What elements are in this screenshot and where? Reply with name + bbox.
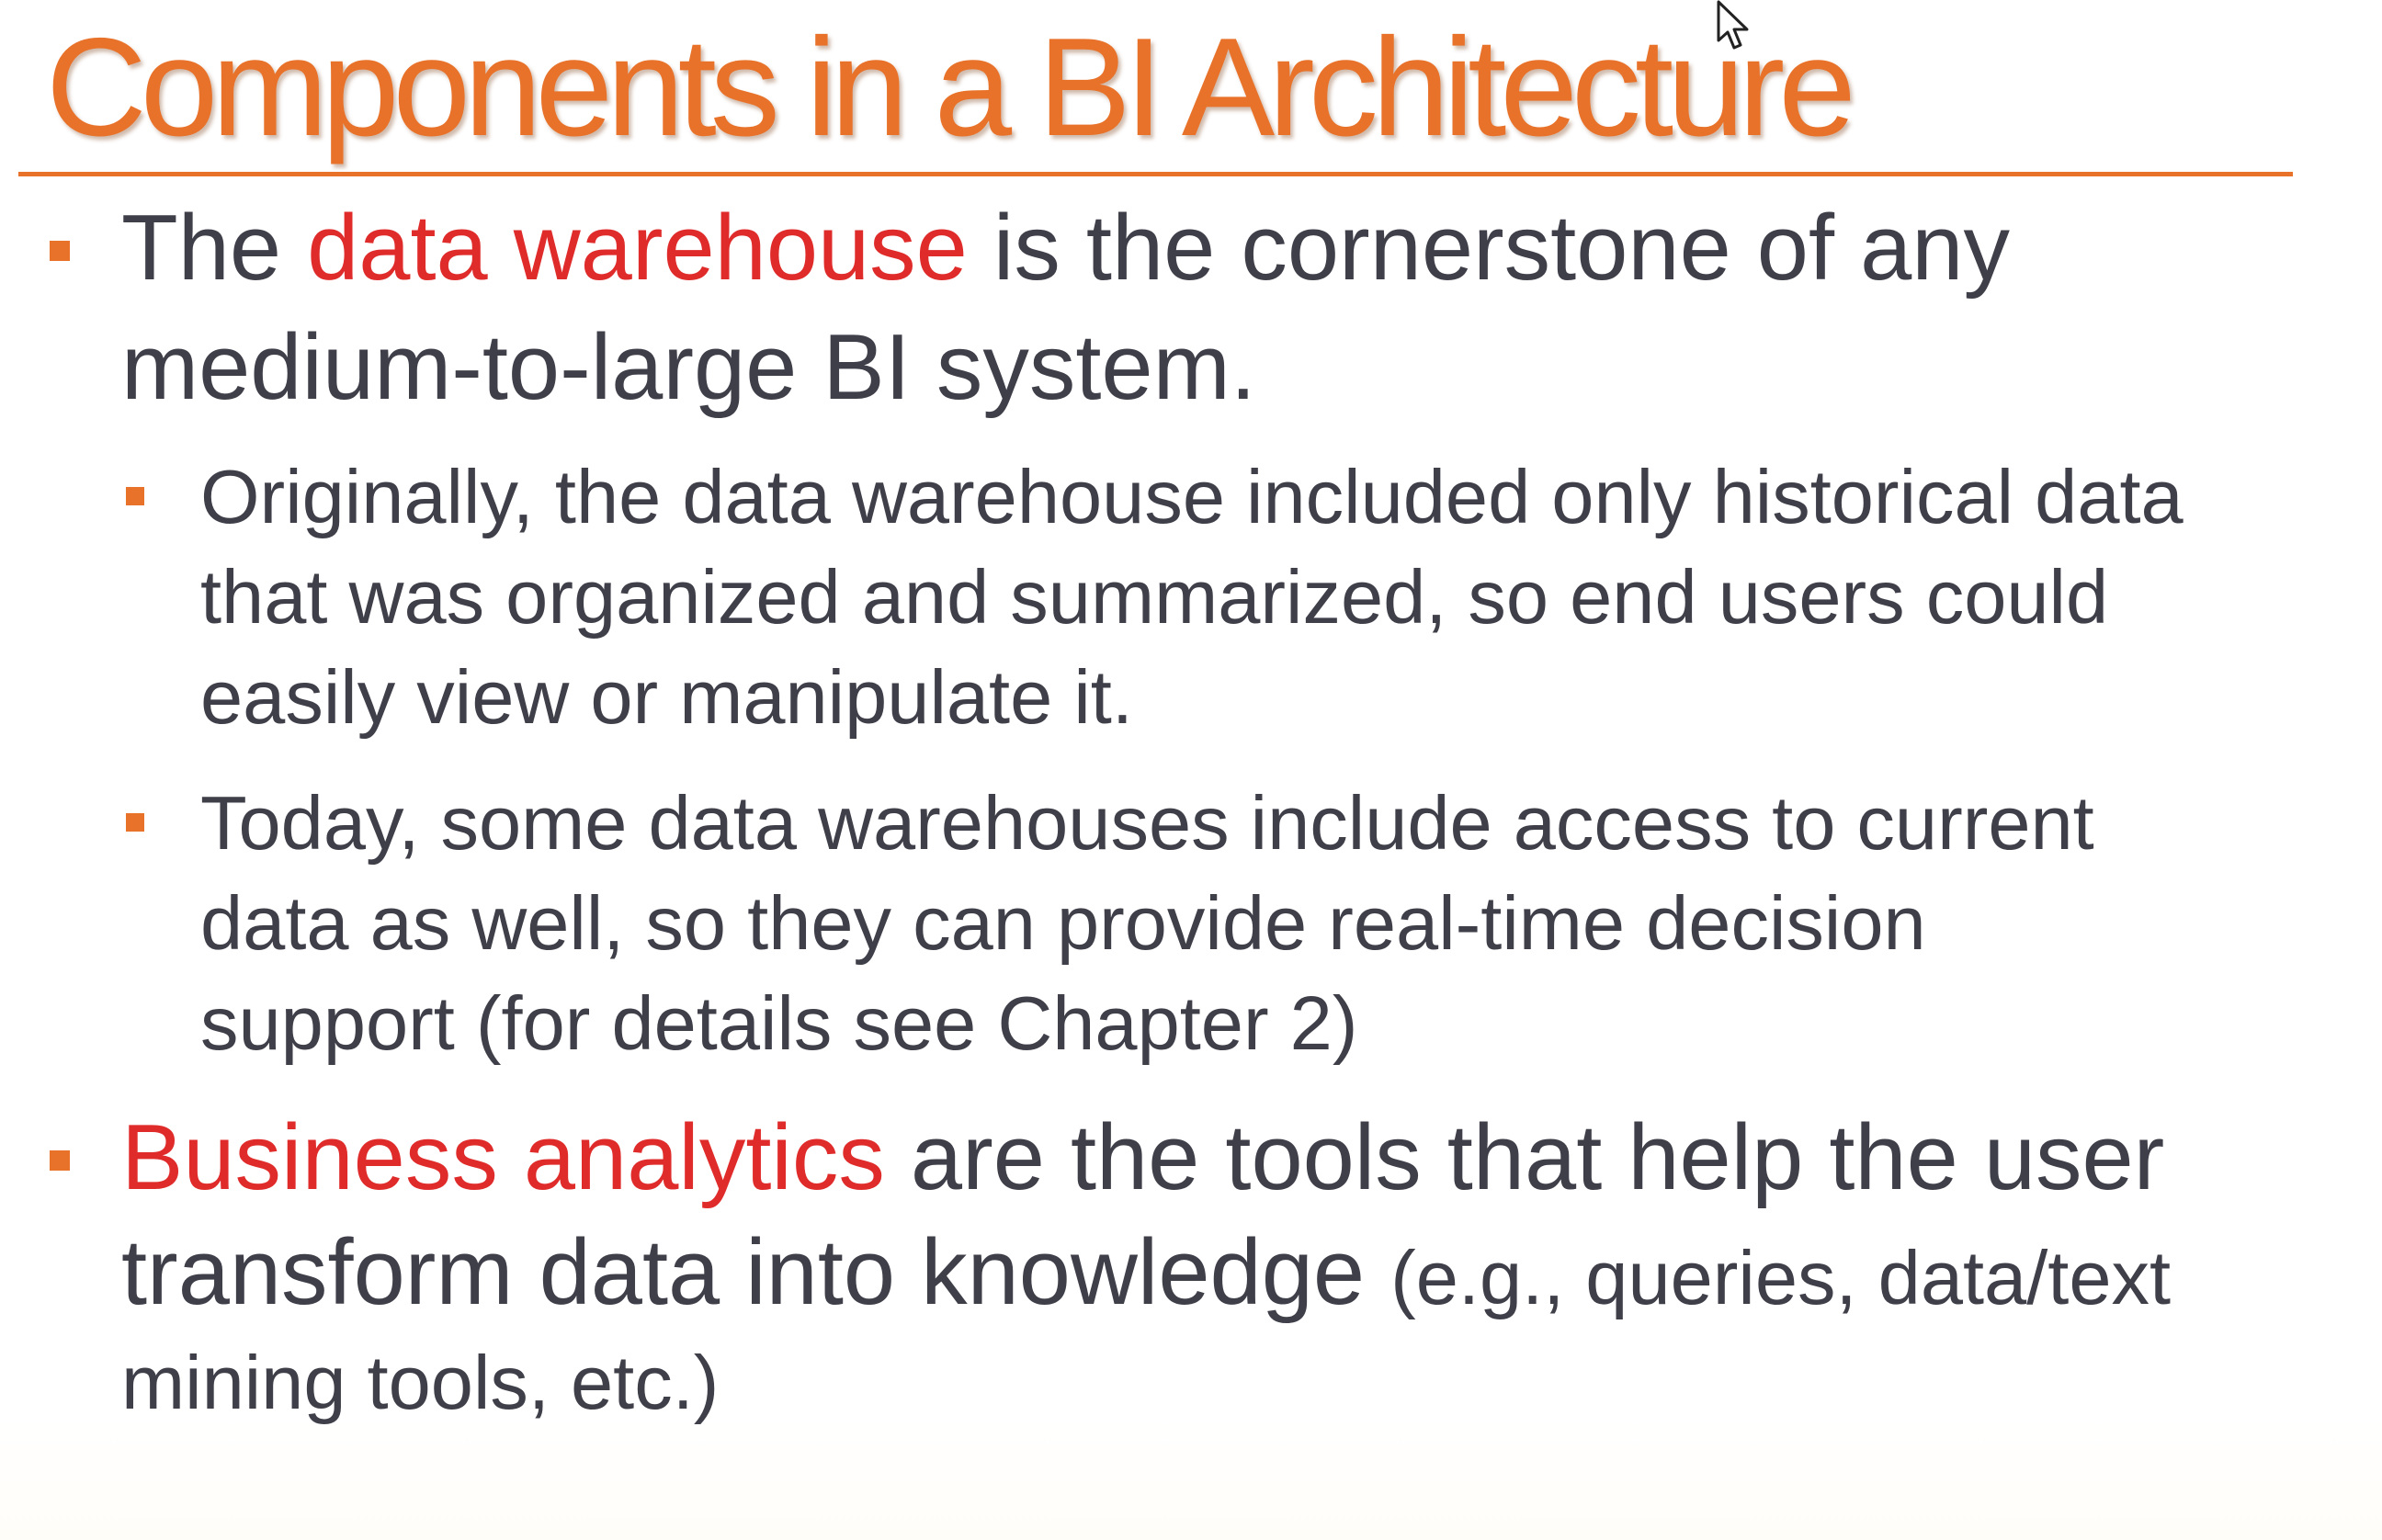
bullet-1-line-1: The data warehouse is the cornerstone of… — [121, 189, 2010, 308]
square-bullet-icon — [126, 487, 144, 505]
bullet-2-text-post: are the tools that help the user — [884, 1106, 2165, 1209]
square-bullet-icon — [50, 1150, 70, 1171]
bullet-2-line-1: Business analytics are the tools that he… — [121, 1099, 2164, 1217]
sub-bullet-2-line-2: data as well, so they can provide real-t… — [200, 880, 1926, 966]
slide: Components in a BI Architecture The data… — [0, 0, 2382, 1540]
highlight-data-warehouse: data warehouse — [307, 197, 968, 300]
bullet-2-text-main: transform data into knowledge — [121, 1221, 1391, 1324]
sub-bullet-2-line-3: support (for details see Chapter 2) — [200, 980, 1358, 1066]
bullet-2-line-3: mining tools, etc.) — [121, 1340, 720, 1425]
slide-title: Components in a BI Architecture — [46, 9, 1856, 165]
sub-bullet-1-line-1: Originally, the data warehouse included … — [200, 454, 2184, 539]
bullet-2-line-2: transform data into knowledge (e.g., que… — [121, 1214, 2171, 1337]
bullet-1-line-2: medium-to-large BI system. — [121, 316, 1256, 419]
sub-bullet-1-line-3: easily view or manipulate it. — [200, 654, 1133, 740]
bullet-1-text-post: is the cornerstone of any — [967, 197, 2010, 300]
square-bullet-icon — [126, 813, 144, 832]
bullet-2-text-examples: (e.g., queries, data/text — [1390, 1235, 2172, 1320]
sub-bullet-2-line-1: Today, some data warehouses include acce… — [200, 780, 2094, 866]
mouse-pointer-icon — [1717, 0, 1749, 50]
bullet-1-text-pre: The — [121, 197, 308, 300]
sub-bullet-1-line-2: that was organized and summarized, so en… — [200, 554, 2109, 640]
title-underline — [18, 172, 2293, 176]
highlight-business-analytics: Business analytics — [121, 1106, 885, 1209]
square-bullet-icon — [50, 241, 70, 261]
